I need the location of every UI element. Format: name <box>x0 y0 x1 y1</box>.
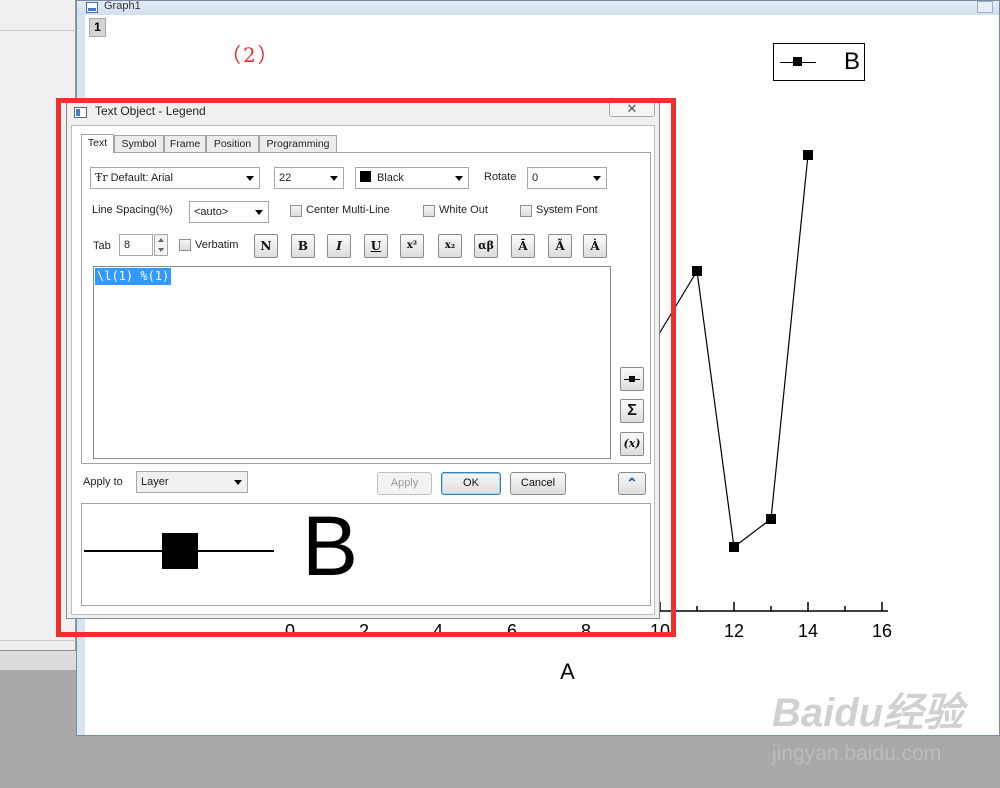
series-b-point <box>729 542 739 552</box>
panel-divider <box>0 30 76 31</box>
series-b-point <box>803 150 813 160</box>
graph-titlebar[interactable]: Graph1 <box>77 0 999 15</box>
baidu-watermark: Baidu经验 <box>772 691 964 735</box>
graph-window-minimize-button[interactable] <box>977 1 993 13</box>
x-tick-label: 14 <box>798 621 818 641</box>
legend-marker <box>793 57 802 66</box>
tab-text[interactable]: Text <box>81 134 114 153</box>
graph-window-icon <box>86 2 98 13</box>
legend-label: B <box>844 48 861 75</box>
left-status-strip <box>0 650 76 670</box>
baidu-watermark-url: jingyan.baidu.com <box>772 742 942 765</box>
graph-window-title: Graph1 <box>104 0 141 12</box>
graph-legend[interactable]: B <box>773 43 865 81</box>
panel-divider <box>0 640 76 641</box>
x-axis-label: A <box>560 659 575 684</box>
series-b-point <box>692 266 702 276</box>
highlight-annotation-box <box>56 98 676 637</box>
series-b-point <box>766 514 776 524</box>
x-tick-label: 12 <box>724 621 744 641</box>
x-tick-label: 16 <box>872 621 892 641</box>
